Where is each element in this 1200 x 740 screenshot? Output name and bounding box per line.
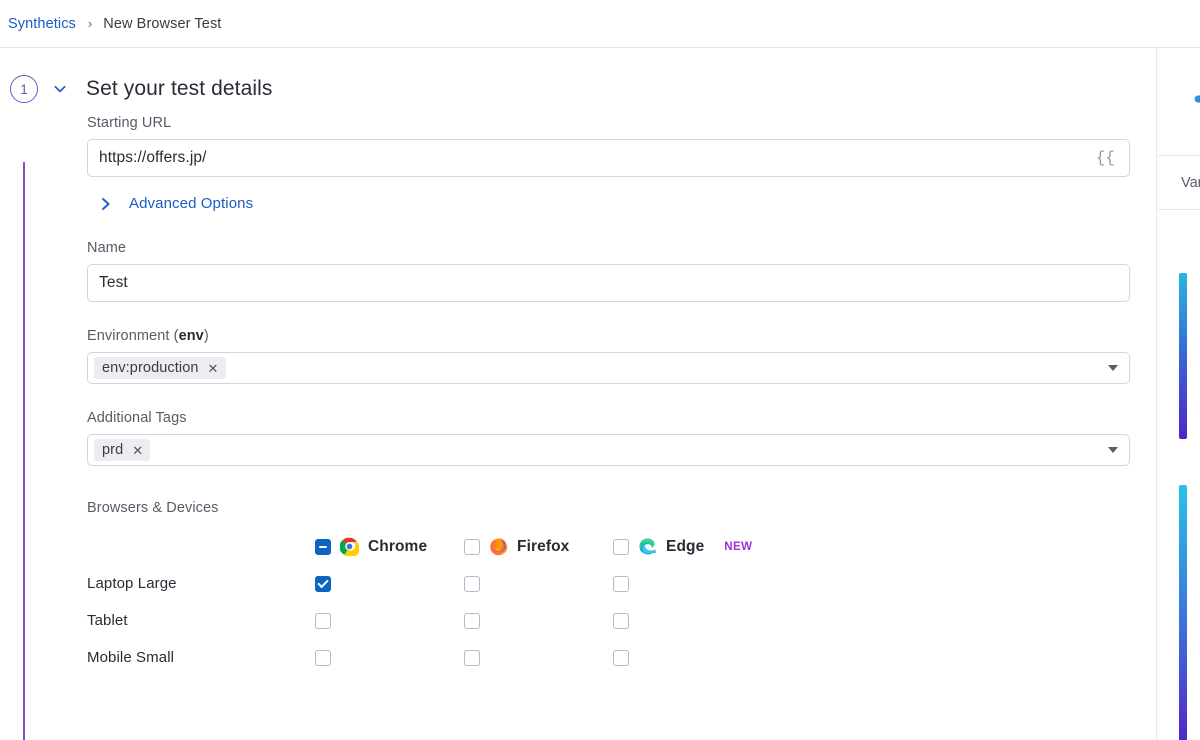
name-group: Name Test: [87, 240, 1130, 302]
checkbox-tablet-edge[interactable]: [613, 612, 629, 629]
environment-label-suffix: ): [203, 328, 209, 344]
browsers-devices-label: Browsers & Devices: [87, 500, 219, 516]
page-body: 1 Set your test details Starting URL htt…: [0, 48, 1200, 740]
environment-tag-chip[interactable]: env:production ✕: [94, 357, 226, 379]
column-header-firefox: Firefox: [464, 537, 613, 556]
select-all-firefox-checkbox[interactable]: [464, 538, 480, 555]
remove-tag-icon[interactable]: ✕: [132, 444, 143, 457]
checkbox-laptop-large-firefox[interactable]: [464, 575, 480, 592]
firefox-icon: [489, 537, 508, 556]
status-badge-new: NEW: [724, 540, 753, 553]
environment-label-key: env: [178, 328, 204, 344]
test-details-form: Starting URL https://offers.jp/ {{ Advan…: [0, 94, 1130, 676]
checkbox-mobile-small-chrome[interactable]: [315, 649, 331, 666]
browsers-devices-table: Chrome Firefox Edge NEW Laptop Large Tab…: [87, 528, 1130, 676]
additional-tags-label: Additional Tags: [87, 410, 187, 426]
table-row: Tablet: [87, 602, 1130, 639]
cell-laptop-large-edge: [613, 575, 762, 592]
step-number-badge[interactable]: 1: [10, 75, 38, 103]
chevron-right-icon: [99, 197, 113, 211]
checkbox-mobile-small-edge[interactable]: [613, 649, 629, 666]
breadcrumb-link-synthetics[interactable]: Synthetics: [8, 16, 76, 32]
select-all-edge-checkbox[interactable]: [613, 538, 629, 555]
column-header-chrome: Chrome: [315, 537, 464, 558]
additional-tag-chip[interactable]: prd ✕: [94, 439, 151, 461]
additional-tags-select[interactable]: prd ✕: [87, 434, 1130, 466]
table-row: Mobile Small: [87, 639, 1130, 676]
environment-select[interactable]: env:production ✕: [87, 352, 1130, 384]
breadcrumb-separator-icon: ›: [87, 16, 93, 31]
advanced-options-label: Advanced Options: [129, 195, 254, 212]
variable-color-bar: [1179, 485, 1187, 740]
device-label-mobile-small: Mobile Small: [87, 649, 175, 666]
panel-section-header: Var: [1157, 156, 1200, 210]
name-input[interactable]: Test: [87, 264, 1130, 302]
cell-tablet-firefox: [464, 612, 613, 629]
checkbox-mobile-small-firefox[interactable]: [464, 649, 480, 666]
starting-url-label: Starting URL: [87, 115, 172, 131]
column-label-firefox: Firefox: [517, 537, 570, 555]
device-label-laptop-large: Laptop Large: [87, 575, 177, 592]
device-label-tablet: Tablet: [87, 612, 128, 629]
name-label: Name: [87, 240, 127, 256]
cell-laptop-large-firefox: [464, 575, 613, 592]
cell-laptop-large-chrome: [315, 575, 464, 592]
environment-group: Environment (env) env:production ✕: [87, 328, 1130, 384]
breadcrumb-current-page: New Browser Test: [103, 15, 222, 32]
chrome-icon: [339, 537, 360, 558]
variables-side-panel: Var: [1157, 48, 1200, 740]
panel-logo-area: [1157, 48, 1200, 156]
checkbox-tablet-chrome[interactable]: [315, 612, 331, 629]
advanced-options-toggle[interactable]: Advanced Options: [99, 195, 253, 212]
edge-icon: [638, 537, 657, 556]
page-title: Set your test details: [86, 77, 273, 100]
curly-brace-logo-icon: [1183, 71, 1200, 132]
environment-tag-text: env:production: [102, 360, 199, 376]
starting-url-input[interactable]: https://offers.jp/ {{: [87, 139, 1130, 177]
step-progress-rail: [23, 162, 26, 740]
step-header: 1 Set your test details: [0, 48, 1156, 103]
table-header-row: Chrome Firefox Edge NEW: [87, 528, 1130, 565]
environment-label-prefix: Environment (: [87, 328, 179, 344]
cell-tablet-chrome: [315, 612, 464, 629]
checkbox-laptop-large-edge[interactable]: [613, 575, 629, 592]
column-header-edge: Edge NEW: [613, 537, 762, 556]
remove-tag-icon[interactable]: ✕: [208, 362, 219, 375]
cell-mobile-small-firefox: [464, 649, 613, 666]
column-label-edge: Edge: [666, 537, 705, 555]
column-label-chrome: Chrome: [368, 537, 428, 555]
select-all-chrome-checkbox[interactable]: [315, 538, 331, 555]
variable-braces-icon[interactable]: {{: [1096, 149, 1115, 167]
environment-label: Environment (env): [87, 328, 1130, 344]
name-value: Test: [99, 274, 128, 291]
cell-tablet-edge: [613, 612, 762, 629]
breadcrumb: Synthetics › New Browser Test: [0, 0, 1200, 48]
chevron-down-icon[interactable]: [51, 80, 69, 98]
table-row: Laptop Large: [87, 565, 1130, 602]
cell-mobile-small-edge: [613, 649, 762, 666]
checkbox-tablet-firefox[interactable]: [464, 612, 480, 629]
additional-tag-text: prd: [102, 442, 124, 458]
chevron-down-icon[interactable]: [1108, 447, 1118, 453]
additional-tags-group: Additional Tags prd ✕: [87, 410, 1130, 466]
cell-mobile-small-chrome: [315, 649, 464, 666]
starting-url-value: https://offers.jp/: [99, 149, 207, 166]
variable-color-bar: [1179, 273, 1187, 439]
checkbox-laptop-large-chrome[interactable]: [315, 575, 331, 592]
chevron-down-icon[interactable]: [1108, 365, 1118, 371]
test-details-panel: 1 Set your test details Starting URL htt…: [0, 48, 1157, 740]
starting-url-group: Starting URL https://offers.jp/ {{: [87, 115, 1130, 177]
